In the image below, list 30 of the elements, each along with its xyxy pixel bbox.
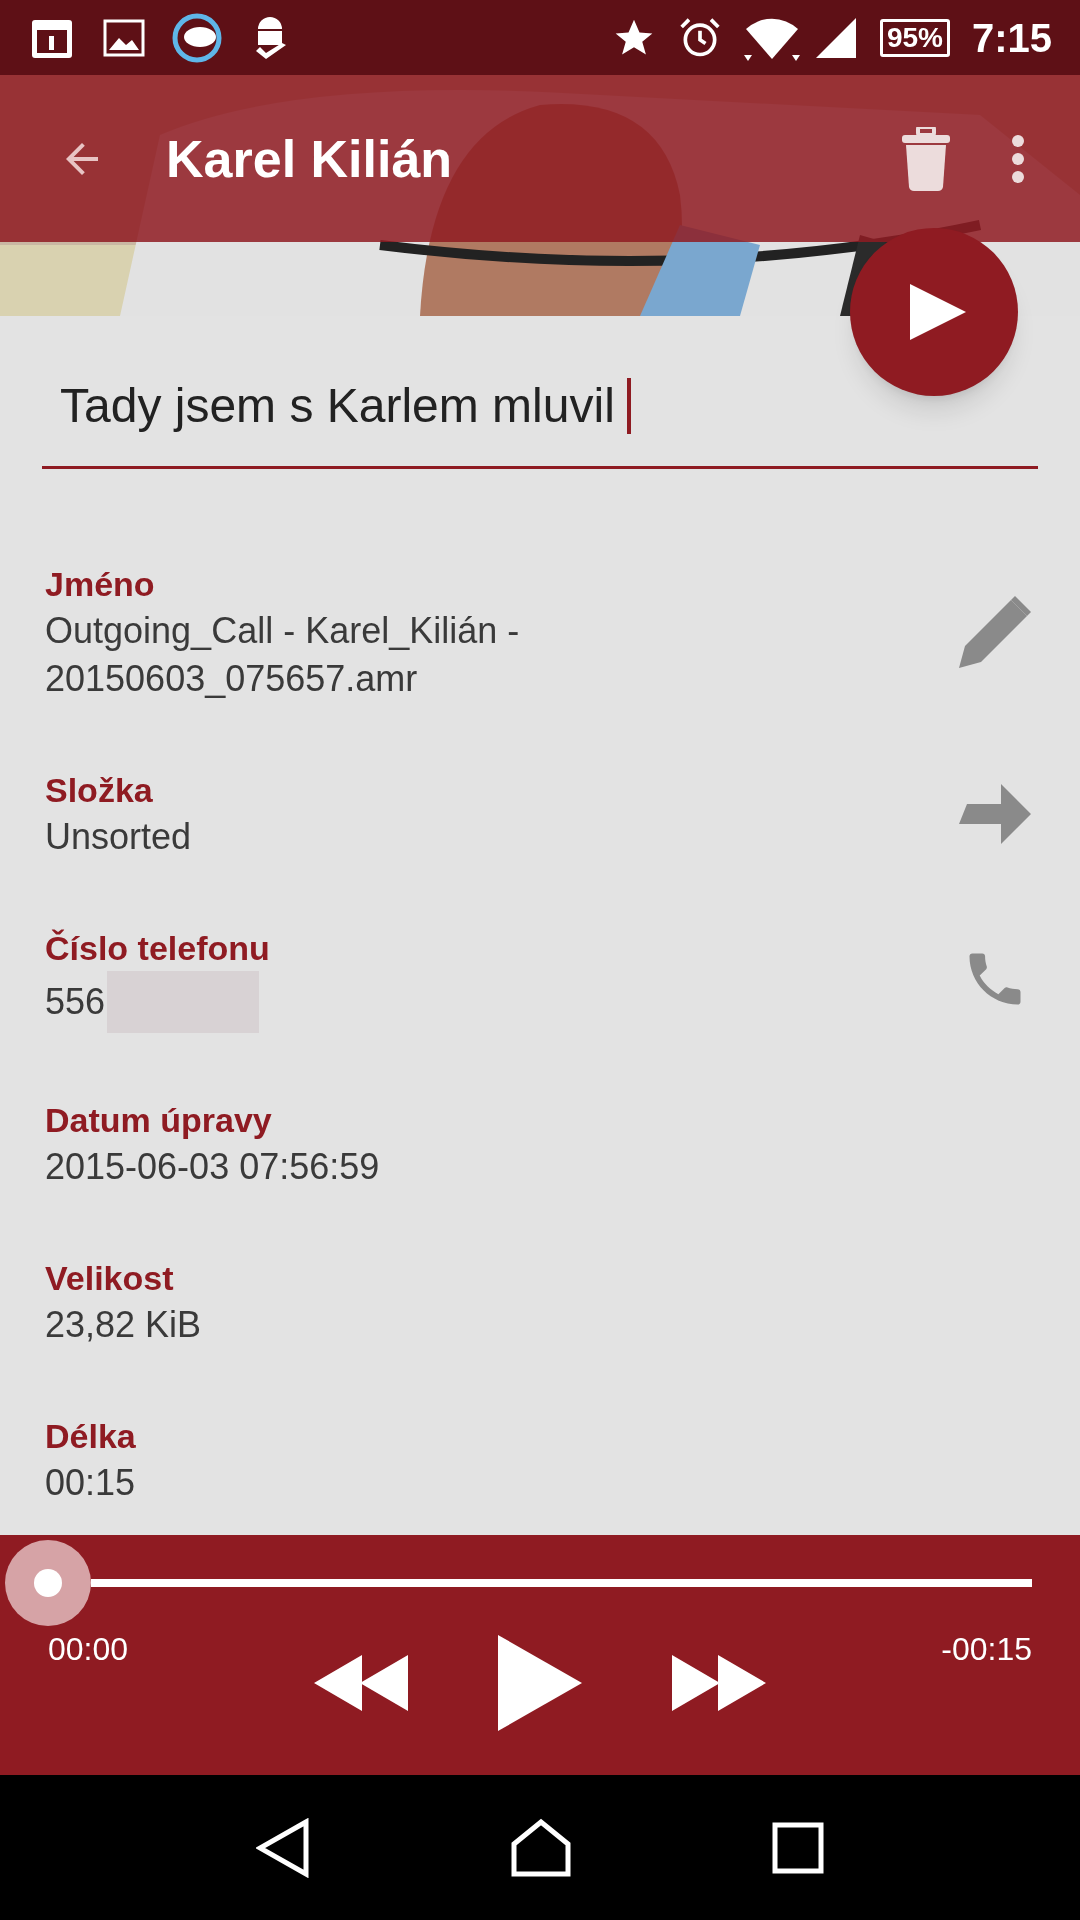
- play-button[interactable]: [498, 1635, 582, 1731]
- pencil-icon[interactable]: [957, 594, 1033, 670]
- field-label: Délka: [45, 1416, 137, 1457]
- nav-home-button[interactable]: [510, 1817, 572, 1878]
- field-value: 2015-06-03 07:56:59: [45, 1145, 381, 1189]
- field-value: Unsorted: [45, 815, 193, 859]
- field-label: Datum úpravy: [45, 1100, 273, 1141]
- field-value: 556: [45, 980, 106, 1024]
- field-value: 23,82 KiB: [45, 1303, 203, 1347]
- remaining-time: -00:15: [941, 1630, 1032, 1669]
- rewind-button[interactable]: [314, 1653, 408, 1713]
- clock-time: 7:15: [971, 14, 1052, 62]
- field-label: Číslo telefonu: [45, 928, 271, 969]
- field-label: Velikost: [45, 1258, 175, 1299]
- elapsed-time: 00:00: [48, 1630, 129, 1669]
- field-label: Jméno: [45, 564, 156, 605]
- app-logo-icon: [172, 12, 222, 63]
- field-value: Outgoing_Call - Karel_Kilián - 20150603_075657.amr: [45, 609, 521, 701]
- fast-forward-button[interactable]: [672, 1653, 766, 1713]
- nav-back-button[interactable]: [256, 1817, 310, 1878]
- arrow-icon[interactable]: [957, 782, 1033, 846]
- nav-recents-button[interactable]: [772, 1821, 824, 1874]
- note-input-field[interactable]: Tady jsem s Karlem mluvil: [42, 346, 1038, 469]
- contact-title: Karel Kilián: [166, 128, 453, 190]
- trash-icon: [901, 126, 951, 191]
- field-label: Složka: [45, 770, 154, 811]
- field-value: 00:15: [45, 1461, 137, 1505]
- play-icon: [908, 282, 968, 342]
- image-icon: [102, 17, 146, 58]
- battery-indicator: 95%: [879, 18, 950, 57]
